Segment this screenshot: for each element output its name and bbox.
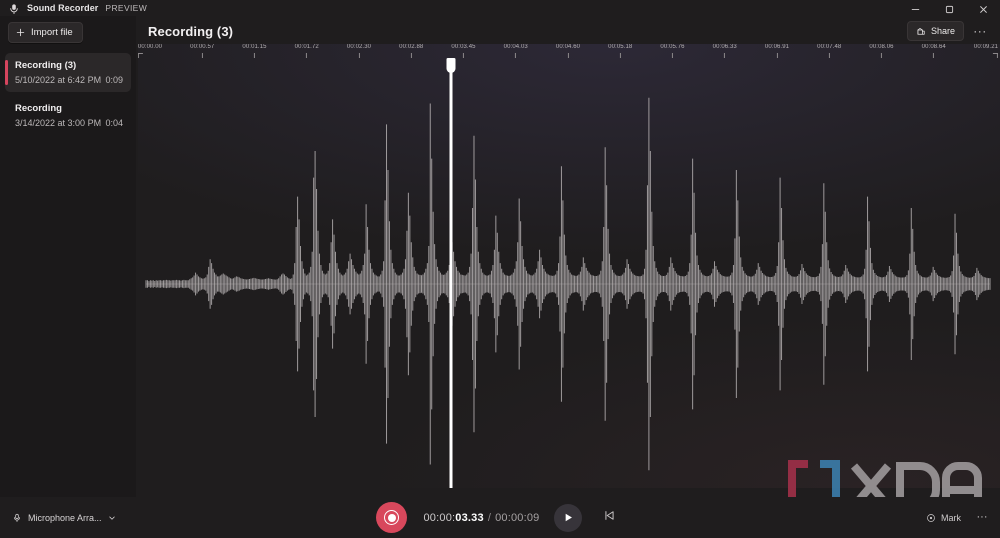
playhead[interactable]	[446, 58, 456, 488]
minimize-button[interactable]	[898, 0, 932, 18]
recordings-list: Recording (3) 5/10/2022 at 6:42 PM 0:09 …	[0, 49, 136, 497]
window-titlebar: Sound Recorder PREVIEW	[0, 0, 1000, 16]
play-button[interactable]	[553, 503, 582, 532]
recording-meta: 3/14/2022 at 3:00 PM 0:04	[15, 118, 123, 128]
record-icon	[384, 510, 400, 525]
bottom-right-actions: Mark ···	[919, 497, 992, 538]
recording-date: 5/10/2022 at 6:42 PM	[15, 75, 102, 85]
recording-meta: 5/10/2022 at 6:42 PM 0:09	[15, 75, 123, 85]
timecode-display: 00:00:03.33/00:00:09	[423, 512, 539, 524]
playhead-handle[interactable]	[446, 58, 456, 73]
total-time: 00:00:09	[495, 511, 540, 524]
playhead-line	[449, 72, 453, 488]
record-button[interactable]	[376, 502, 408, 533]
main-header: Recording (3) Share ···	[136, 16, 1000, 46]
recording-list-item-0[interactable]: Recording (3) 5/10/2022 at 6:42 PM 0:09	[5, 53, 131, 92]
waveform-container[interactable]	[138, 44, 1000, 488]
skip-previous-icon	[603, 509, 616, 527]
mark-button[interactable]: Mark	[919, 507, 968, 529]
time-separator: /	[487, 511, 492, 524]
app-name-label: Sound Recorder	[27, 3, 99, 13]
recording-date: 3/14/2022 at 3:00 PM	[15, 118, 102, 128]
maximize-button[interactable]	[932, 0, 966, 18]
import-file-label: Import file	[31, 27, 73, 38]
sound-recorder-window: Sound Recorder PREVIEW Import file Recor…	[0, 0, 1000, 538]
sidebar: Import file Recording (3) 5/10/2022 at 6…	[0, 16, 136, 497]
microphone-icon	[8, 2, 20, 15]
import-file-button[interactable]: Import file	[8, 22, 83, 43]
recording-list-item-1[interactable]: Recording 3/14/2022 at 3:00 PM 0:04	[5, 96, 131, 135]
current-time-prefix: 00:00:	[423, 511, 456, 524]
recording-duration: 0:04	[105, 118, 123, 128]
import-row: Import file	[0, 16, 136, 49]
bottom-more-button[interactable]: ···	[972, 507, 992, 529]
bottom-bar: Microphone Arra... 00:00:03.33/00:00:09	[0, 497, 1000, 538]
page-title: Recording (3)	[148, 23, 234, 39]
recording-duration: 0:09	[105, 75, 123, 85]
skip-back-button[interactable]	[596, 504, 624, 532]
marker-flag-icon	[926, 513, 936, 523]
waveform-stage[interactable]: 00:00.00 00:00.57 00:01.15 00:01.72 00:02.30…	[138, 44, 1000, 488]
play-icon	[561, 512, 574, 523]
recording-title: Recording	[15, 103, 62, 114]
plus-icon	[16, 28, 25, 37]
mark-label: Mark	[941, 512, 961, 523]
window-controls	[898, 0, 1000, 30]
close-button[interactable]	[966, 0, 1000, 18]
preview-badge: PREVIEW	[105, 3, 148, 13]
current-time-seconds: 03.33	[455, 511, 484, 524]
ellipsis-icon: ···	[976, 511, 988, 523]
titlebar-app-identity: Sound Recorder PREVIEW	[0, 0, 147, 16]
waveform-graphic	[138, 44, 1000, 488]
transport-controls: 00:00:03.33/00:00:09	[0, 497, 1000, 538]
recording-title: Recording (3)	[15, 60, 77, 71]
